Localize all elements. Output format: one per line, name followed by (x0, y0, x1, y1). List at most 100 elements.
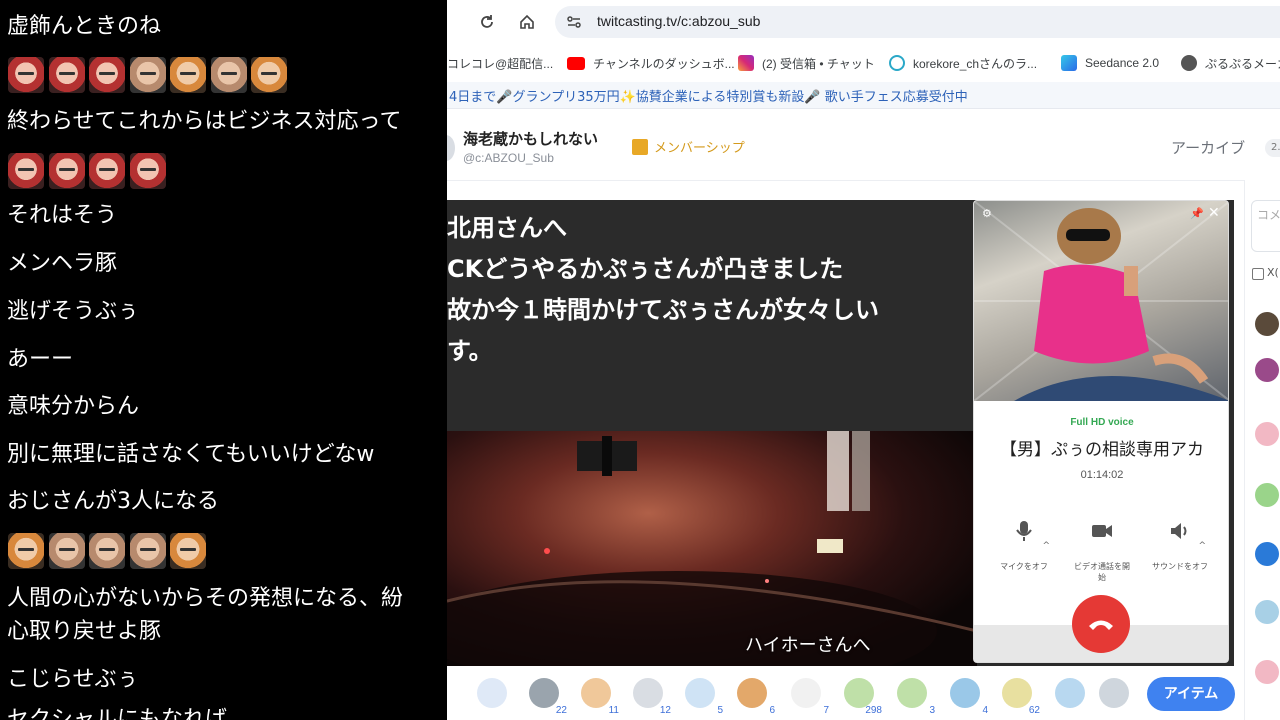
pin-icon[interactable]: 📌 (1190, 207, 1204, 220)
mute-mic-button[interactable]: ^ マイクをオフ (994, 505, 1054, 572)
emoji-row (8, 57, 292, 93)
comment-text: 人間の心がないからその発想になる、紛 (7, 586, 404, 611)
chevron-up-icon[interactable]: ^ (1042, 541, 1050, 551)
chevron-up-icon[interactable]: ^ (1198, 541, 1206, 551)
coin-silver-gift-button[interactable] (1099, 678, 1135, 714)
comment-placeholder: コメ (1257, 208, 1280, 222)
video-player[interactable]: 北用さんへ CKどうやるかぷぅさんが凸きました 故か今１時間かけてぷぅさんが女々… (447, 200, 1234, 666)
globe-icon (1181, 55, 1197, 71)
coin-silver-gift-icon (1099, 678, 1129, 708)
banner-text[interactable]: 4日まで🎤グランプリ35万円✨協賛企業による特別賞も新設🎤 歌い手フェス応募受付… (449, 86, 968, 105)
home-icon[interactable] (515, 10, 539, 34)
bookmark-instagram-inbox[interactable]: (2) 受信箱 • チャット (738, 54, 875, 72)
hang-up-button[interactable] (1072, 595, 1130, 653)
face-emoji-icon (129, 533, 166, 569)
face-emoji-icon (89, 57, 125, 93)
viewer-avatar[interactable] (1255, 483, 1279, 507)
bookmark-korekore[interactable]: コレコレ@超配信... (447, 54, 553, 72)
reload-icon[interactable] (475, 10, 499, 34)
telop-line: 故か今１時間かけてぷぅさんが女々しい (447, 296, 879, 324)
viewer-avatar[interactable] (1255, 312, 1279, 336)
comment-text: あーー (7, 347, 74, 372)
gift-count: 4 (982, 705, 988, 716)
channel-avatar[interactable] (447, 135, 455, 161)
control-label: ビデオ通話を開始 (1074, 562, 1130, 582)
bottle-gift-button[interactable]: 62 (1002, 678, 1040, 716)
site-settings-icon[interactable] (565, 13, 583, 31)
cloud-gift-button[interactable]: 7 (791, 678, 829, 716)
smile-gift-button[interactable] (477, 678, 513, 714)
bread-gift-icon (737, 678, 767, 708)
bookmark-seedance[interactable]: Seedance 2.0 (1061, 54, 1159, 72)
start-video-button[interactable]: ビデオ通話を開始 (1072, 505, 1132, 583)
clap-gift-button[interactable]: 11 (581, 678, 619, 716)
browser-toolbar: twitcasting.tv/c:abzou_sub (447, 0, 1280, 44)
bookmark-youtube-dashboard[interactable]: チャンネルのダッシュボ... (567, 54, 735, 72)
coin-gift-icon (529, 678, 559, 708)
membership-label: メンバーシップ (654, 141, 745, 156)
face-emoji-icon (129, 153, 166, 189)
channel-id: @c:ABZOU_Sub (463, 151, 554, 165)
bookmark-label: コレコレ@超配信... (447, 56, 554, 71)
tea-stack-gift-button[interactable]: 3 (897, 678, 935, 716)
face-emoji-icon (170, 57, 206, 93)
video-telop: 北用さんへ CKどうやるかぷぅさんが凸きました 故か今１時間かけてぷぅさんが女々… (447, 208, 977, 372)
coin-gift-button[interactable]: 22 (529, 678, 567, 716)
bookmark-label: Seedance 2.0 (1085, 56, 1160, 70)
telop-line: 北用さんへ (447, 214, 567, 242)
bookmark-label: (2) 受信箱 • チャット (762, 56, 875, 71)
face-emoji-icon (89, 533, 125, 569)
hundred-gift-button[interactable] (1055, 678, 1091, 714)
item-button[interactable]: アイテム (1147, 677, 1235, 711)
headphones-gift-button[interactable]: 12 (633, 678, 671, 716)
instagram-icon (738, 55, 754, 71)
announcement-banner[interactable]: 4日まで🎤グランプリ35万円✨協賛企業による特別賞も新設🎤 歌い手フェス応募受付… (447, 82, 1280, 109)
ghost-gift-button[interactable]: 5 (685, 678, 723, 716)
viewer-avatar[interactable] (1255, 600, 1279, 624)
comment-text: 別に無理に話さなくてもいいけどなw (7, 442, 375, 467)
bookmarks-bar: コレコレ@超配信... チャンネルのダッシュボ... (2) 受信箱 • チャッ… (447, 44, 1280, 80)
bookmark-korekore-ch[interactable]: korekore_chさんのラ... (889, 54, 1037, 72)
mute-sound-button[interactable]: ^ サウンドをオフ (1150, 505, 1210, 572)
bookmark-purupuru[interactable]: ぷるぷるメーカー (1181, 54, 1280, 72)
gift-count: 12 (659, 705, 671, 716)
comment-text: 終わらせてこれからはビジネス対応って (7, 109, 402, 134)
settings-icon[interactable]: ⚙ (982, 207, 992, 220)
firework-gift-icon (950, 678, 980, 708)
channel-header: 海老蔵かもしれない @c:ABZOU_Sub メンバーシップ アーカイブ 2..… (447, 109, 1280, 181)
channel-name[interactable]: 海老蔵かもしれない (463, 128, 598, 149)
url-text[interactable]: twitcasting.tv/c:abzou_sub (597, 13, 760, 29)
crown-icon (632, 138, 648, 155)
control-label: マイクをオフ (1000, 562, 1048, 571)
comment-text: セクシャルにもなれば (7, 707, 228, 720)
face-emoji-icon (251, 57, 287, 93)
post-to-x-checkbox[interactable] (1252, 268, 1264, 280)
face-emoji-icon (210, 57, 247, 93)
twitcasting-icon (889, 55, 905, 71)
firework-gift-button[interactable]: 4 (950, 678, 988, 716)
bottle-gift-icon (1002, 678, 1032, 708)
bookmark-label: korekore_chさんのラ... (913, 56, 1038, 71)
viewer-avatar[interactable] (1255, 422, 1279, 446)
close-icon[interactable]: ✕ (1208, 205, 1220, 221)
smile-gift-icon (477, 678, 507, 708)
tea-gift-button[interactable]: 298 (844, 678, 882, 716)
face-emoji-icon (170, 533, 206, 569)
address-bar[interactable]: twitcasting.tv/c:abzou_sub (555, 6, 1280, 38)
face-emoji-icon (8, 533, 44, 569)
face-emoji-icon (48, 57, 85, 93)
video-camera-icon (1076, 505, 1128, 557)
viewer-avatar[interactable] (1255, 660, 1279, 684)
bread-gift-button[interactable]: 6 (737, 678, 775, 716)
viewer-avatar[interactable] (1255, 542, 1279, 566)
face-emoji-icon (129, 57, 166, 93)
face-emoji-icon (8, 153, 44, 189)
viewer-avatar[interactable] (1255, 358, 1279, 382)
clap-gift-icon (581, 678, 611, 708)
archive-tab[interactable]: アーカイブ (1171, 137, 1245, 158)
post-to-x-label: X( (1267, 266, 1279, 279)
telop-line: CKどうやるかぷぅさんが凸きました (447, 255, 844, 283)
membership-link[interactable]: メンバーシップ (632, 137, 745, 156)
youtube-icon (567, 56, 585, 70)
phone-hangup-icon (1089, 620, 1113, 630)
